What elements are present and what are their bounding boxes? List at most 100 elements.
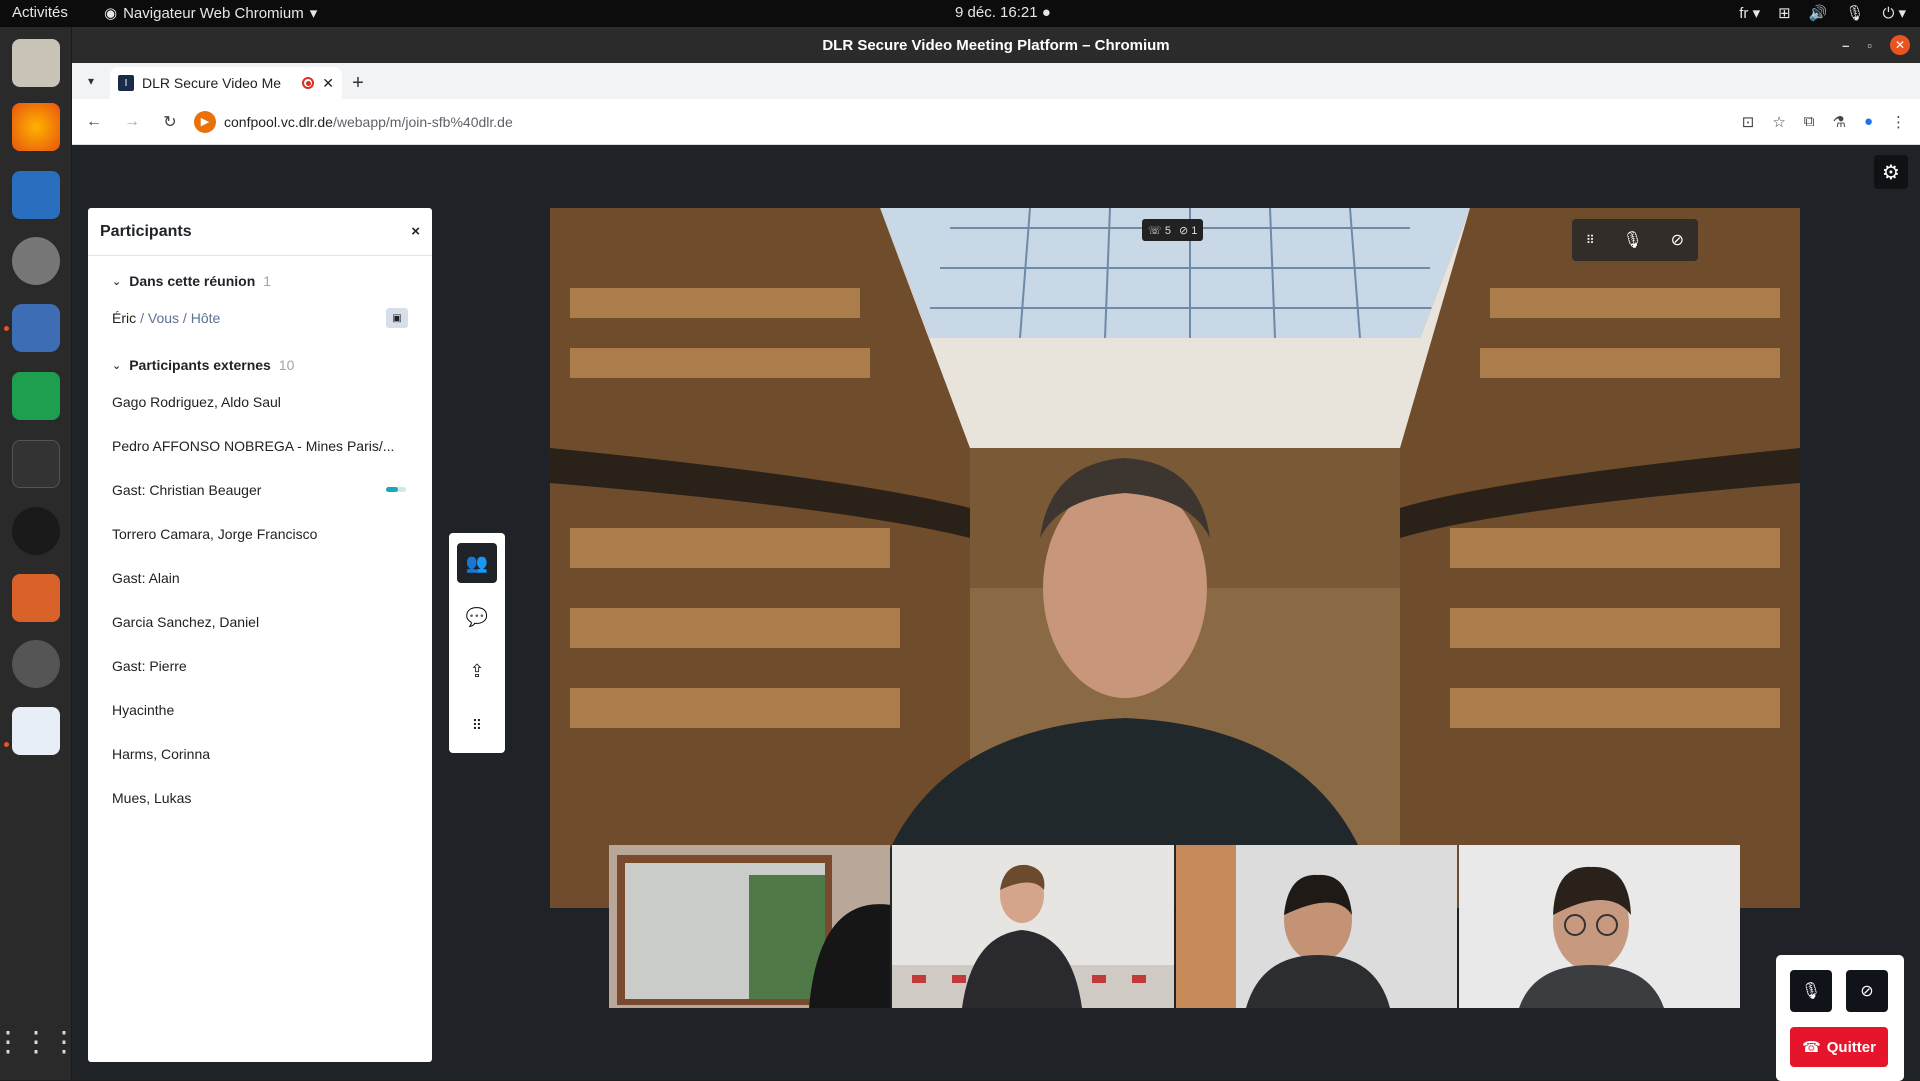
profile-icon[interactable]: ● bbox=[1864, 113, 1873, 130]
url-path: /webapp/m/join-sfb%40dlr.de bbox=[332, 113, 513, 130]
participant-row[interactable]: Éric / Vous / Hôte ▣ bbox=[88, 296, 432, 340]
participant-row[interactable]: Mues, Lukas bbox=[88, 776, 432, 820]
impress-icon[interactable] bbox=[12, 574, 60, 622]
running-indicator bbox=[4, 326, 9, 331]
forward-icon[interactable]: → bbox=[118, 108, 146, 136]
url-host: confpool.vc.dlr.de bbox=[224, 113, 333, 130]
participant-name: Harms, Corinna bbox=[112, 746, 211, 762]
microphone-toggle-icon[interactable]: 🎙 bbox=[1790, 970, 1832, 1012]
side-toolbar: 👥 💬 ⇪ ⠿ bbox=[449, 533, 505, 753]
menu-kebab-icon[interactable]: ⋮ bbox=[1891, 113, 1906, 131]
window-titlebar: DLR Secure Video Meeting Platform – Chro… bbox=[72, 27, 1920, 63]
clock-label: 9 déc. 16:21 bbox=[955, 4, 1038, 21]
app-menu[interactable]: ◉ Navigateur Web Chromium ▾ bbox=[104, 4, 317, 23]
calc-icon[interactable] bbox=[12, 372, 60, 420]
participant-thumbnails bbox=[609, 845, 1740, 1008]
window-title: DLR Secure Video Meeting Platform – Chro… bbox=[822, 36, 1170, 54]
smiling-person-image bbox=[1175, 845, 1457, 1008]
share-upload-icon[interactable]: ⇪ bbox=[457, 651, 497, 691]
settings-icon[interactable] bbox=[12, 237, 60, 285]
language-label: fr bbox=[1739, 5, 1749, 22]
extensions-icon[interactable]: ⧉ bbox=[1804, 113, 1815, 130]
settings-gear-button[interactable]: ⚙ bbox=[1874, 155, 1908, 189]
participant-row[interactable]: Pedro AFFONSO NOBREGA - Mines Paris/... bbox=[88, 424, 432, 468]
labs-flask-icon[interactable]: ⚗ bbox=[1832, 113, 1845, 131]
mic-status-icon: 🎙 bbox=[1845, 5, 1865, 22]
participant-row[interactable]: Gast: Alain bbox=[88, 556, 432, 600]
tab-dlr-meeting[interactable]: I DLR Secure Video Me ✕ bbox=[110, 67, 342, 99]
camera-toggle-icon[interactable]: ⊘ bbox=[1846, 970, 1888, 1012]
chat-icon[interactable]: 💬 bbox=[457, 597, 497, 637]
meeting-page: ⚙ Participants × ⌄ Dans cette réunion 1 … bbox=[72, 145, 1920, 1081]
participant-row[interactable]: Gast: Christian Beauger bbox=[88, 468, 432, 512]
participant-row[interactable]: Harms, Corinna bbox=[88, 732, 432, 776]
library-background-image bbox=[550, 208, 1800, 908]
participant-row[interactable]: Gago Rodriguez, Aldo Saul bbox=[88, 380, 432, 424]
close-panel-button[interactable]: × bbox=[411, 223, 420, 240]
document-viewer-icon[interactable] bbox=[12, 707, 60, 755]
system-tray[interactable]: fr ▾ ⊞ 🔊 🎙 ⏻ ▾ bbox=[1739, 4, 1906, 22]
group-external[interactable]: ⌄ Participants externes 10 bbox=[88, 350, 432, 380]
call-controls: 🎙 ⊘ ☎ Quitter bbox=[1776, 955, 1904, 1081]
group-label: Dans cette réunion bbox=[129, 273, 256, 289]
video-thumbnail[interactable] bbox=[892, 845, 1174, 1008]
minimize-icon[interactable]: – bbox=[1842, 38, 1849, 53]
video-thumbnail[interactable] bbox=[1458, 845, 1740, 1008]
close-tab-icon[interactable]: ✕ bbox=[322, 75, 334, 92]
quit-call-button[interactable]: ☎ Quitter bbox=[1790, 1027, 1888, 1067]
group-in-meeting[interactable]: ⌄ Dans cette réunion 1 bbox=[88, 266, 432, 296]
drag-handle-icon[interactable]: ⠿ bbox=[1586, 233, 1595, 247]
new-tab-button[interactable]: + bbox=[342, 67, 374, 99]
files-icon[interactable] bbox=[12, 39, 60, 87]
participant-row[interactable]: Hyacinthe bbox=[88, 688, 432, 732]
window-view-image bbox=[609, 845, 891, 1008]
software-center-icon[interactable] bbox=[12, 640, 60, 688]
panel-title: Participants bbox=[100, 222, 192, 240]
participants-toggle-icon[interactable]: 👥 bbox=[457, 543, 497, 583]
tab-search-icon[interactable]: ▾ bbox=[72, 63, 110, 99]
terminal-icon[interactable] bbox=[12, 440, 60, 488]
inkscape-icon[interactable] bbox=[12, 507, 60, 555]
participant-role: / Vous / Hôte bbox=[140, 310, 221, 326]
participant-name: Gast: Alain bbox=[112, 570, 180, 586]
video-count: 1 bbox=[1191, 224, 1198, 237]
microphone-icon[interactable]: 🎙 bbox=[1623, 230, 1643, 250]
firefox-icon[interactable] bbox=[12, 103, 60, 151]
window-controls: – ▫ ✕ bbox=[1842, 35, 1910, 55]
address-bar[interactable]: ▶ confpool.vc.dlr.de/webapp/m/join-sfb%4… bbox=[194, 105, 1732, 139]
app-grid-icon[interactable]: ⋮⋮⋮ bbox=[0, 1017, 78, 1065]
group-label: Participants externes bbox=[129, 357, 271, 373]
clock[interactable]: 9 déc. 16:21 ● bbox=[955, 4, 1051, 21]
bookmark-star-icon[interactable]: ☆ bbox=[1772, 113, 1785, 131]
participant-row[interactable]: Torrero Camara, Jorge Francisco bbox=[88, 512, 432, 556]
language-indicator[interactable]: fr ▾ bbox=[1739, 4, 1760, 22]
video-thumbnail[interactable] bbox=[609, 845, 891, 1008]
browser-window: DLR Secure Video Meeting Platform – Chro… bbox=[72, 27, 1920, 1081]
participant-name: Gast: Pierre bbox=[112, 658, 187, 674]
system-top-bar: Activités ◉ Navigateur Web Chromium ▾ 9 … bbox=[0, 0, 1920, 27]
writer-icon[interactable] bbox=[12, 171, 60, 219]
chromium-icon: ◉ bbox=[104, 5, 118, 22]
participant-name: Mues, Lukas bbox=[112, 790, 192, 806]
camera-permission-icon[interactable]: ▶ bbox=[194, 110, 216, 133]
maximize-icon[interactable]: ▫ bbox=[1867, 38, 1872, 53]
glasses-person-image bbox=[1458, 845, 1740, 1008]
camera-off-icon[interactable]: ⊘ bbox=[1671, 230, 1684, 250]
ubuntu-dock: ⋮⋮⋮ bbox=[0, 27, 78, 1080]
chromium-dock-icon[interactable] bbox=[12, 304, 60, 352]
tab-title: DLR Secure Video Me bbox=[142, 75, 282, 91]
participant-row[interactable]: Garcia Sanchez, Daniel bbox=[88, 600, 432, 644]
video-thumbnail[interactable] bbox=[1175, 845, 1457, 1008]
dialpad-icon[interactable]: ⠿ bbox=[457, 705, 497, 745]
app-menu-label: Navigateur Web Chromium bbox=[123, 4, 304, 22]
toolbar-actions: ⊡ ☆ ⧉ ⚗ ● ⋮ bbox=[1742, 113, 1906, 131]
translate-icon[interactable]: ⊡ bbox=[1742, 113, 1755, 131]
reload-icon[interactable]: ↻ bbox=[156, 108, 184, 136]
participant-row[interactable]: Gast: Pierre bbox=[88, 644, 432, 688]
connection-stats: ☏ 5 ⊘ 1 bbox=[1142, 219, 1204, 241]
back-icon[interactable]: ← bbox=[80, 108, 108, 136]
activities-button[interactable]: Activités bbox=[12, 4, 68, 21]
participant-name: Pedro AFFONSO NOBREGA - Mines Paris/... bbox=[112, 438, 395, 454]
close-window-button[interactable]: ✕ bbox=[1890, 35, 1910, 55]
participant-name: Gast: Christian Beauger bbox=[112, 482, 262, 498]
